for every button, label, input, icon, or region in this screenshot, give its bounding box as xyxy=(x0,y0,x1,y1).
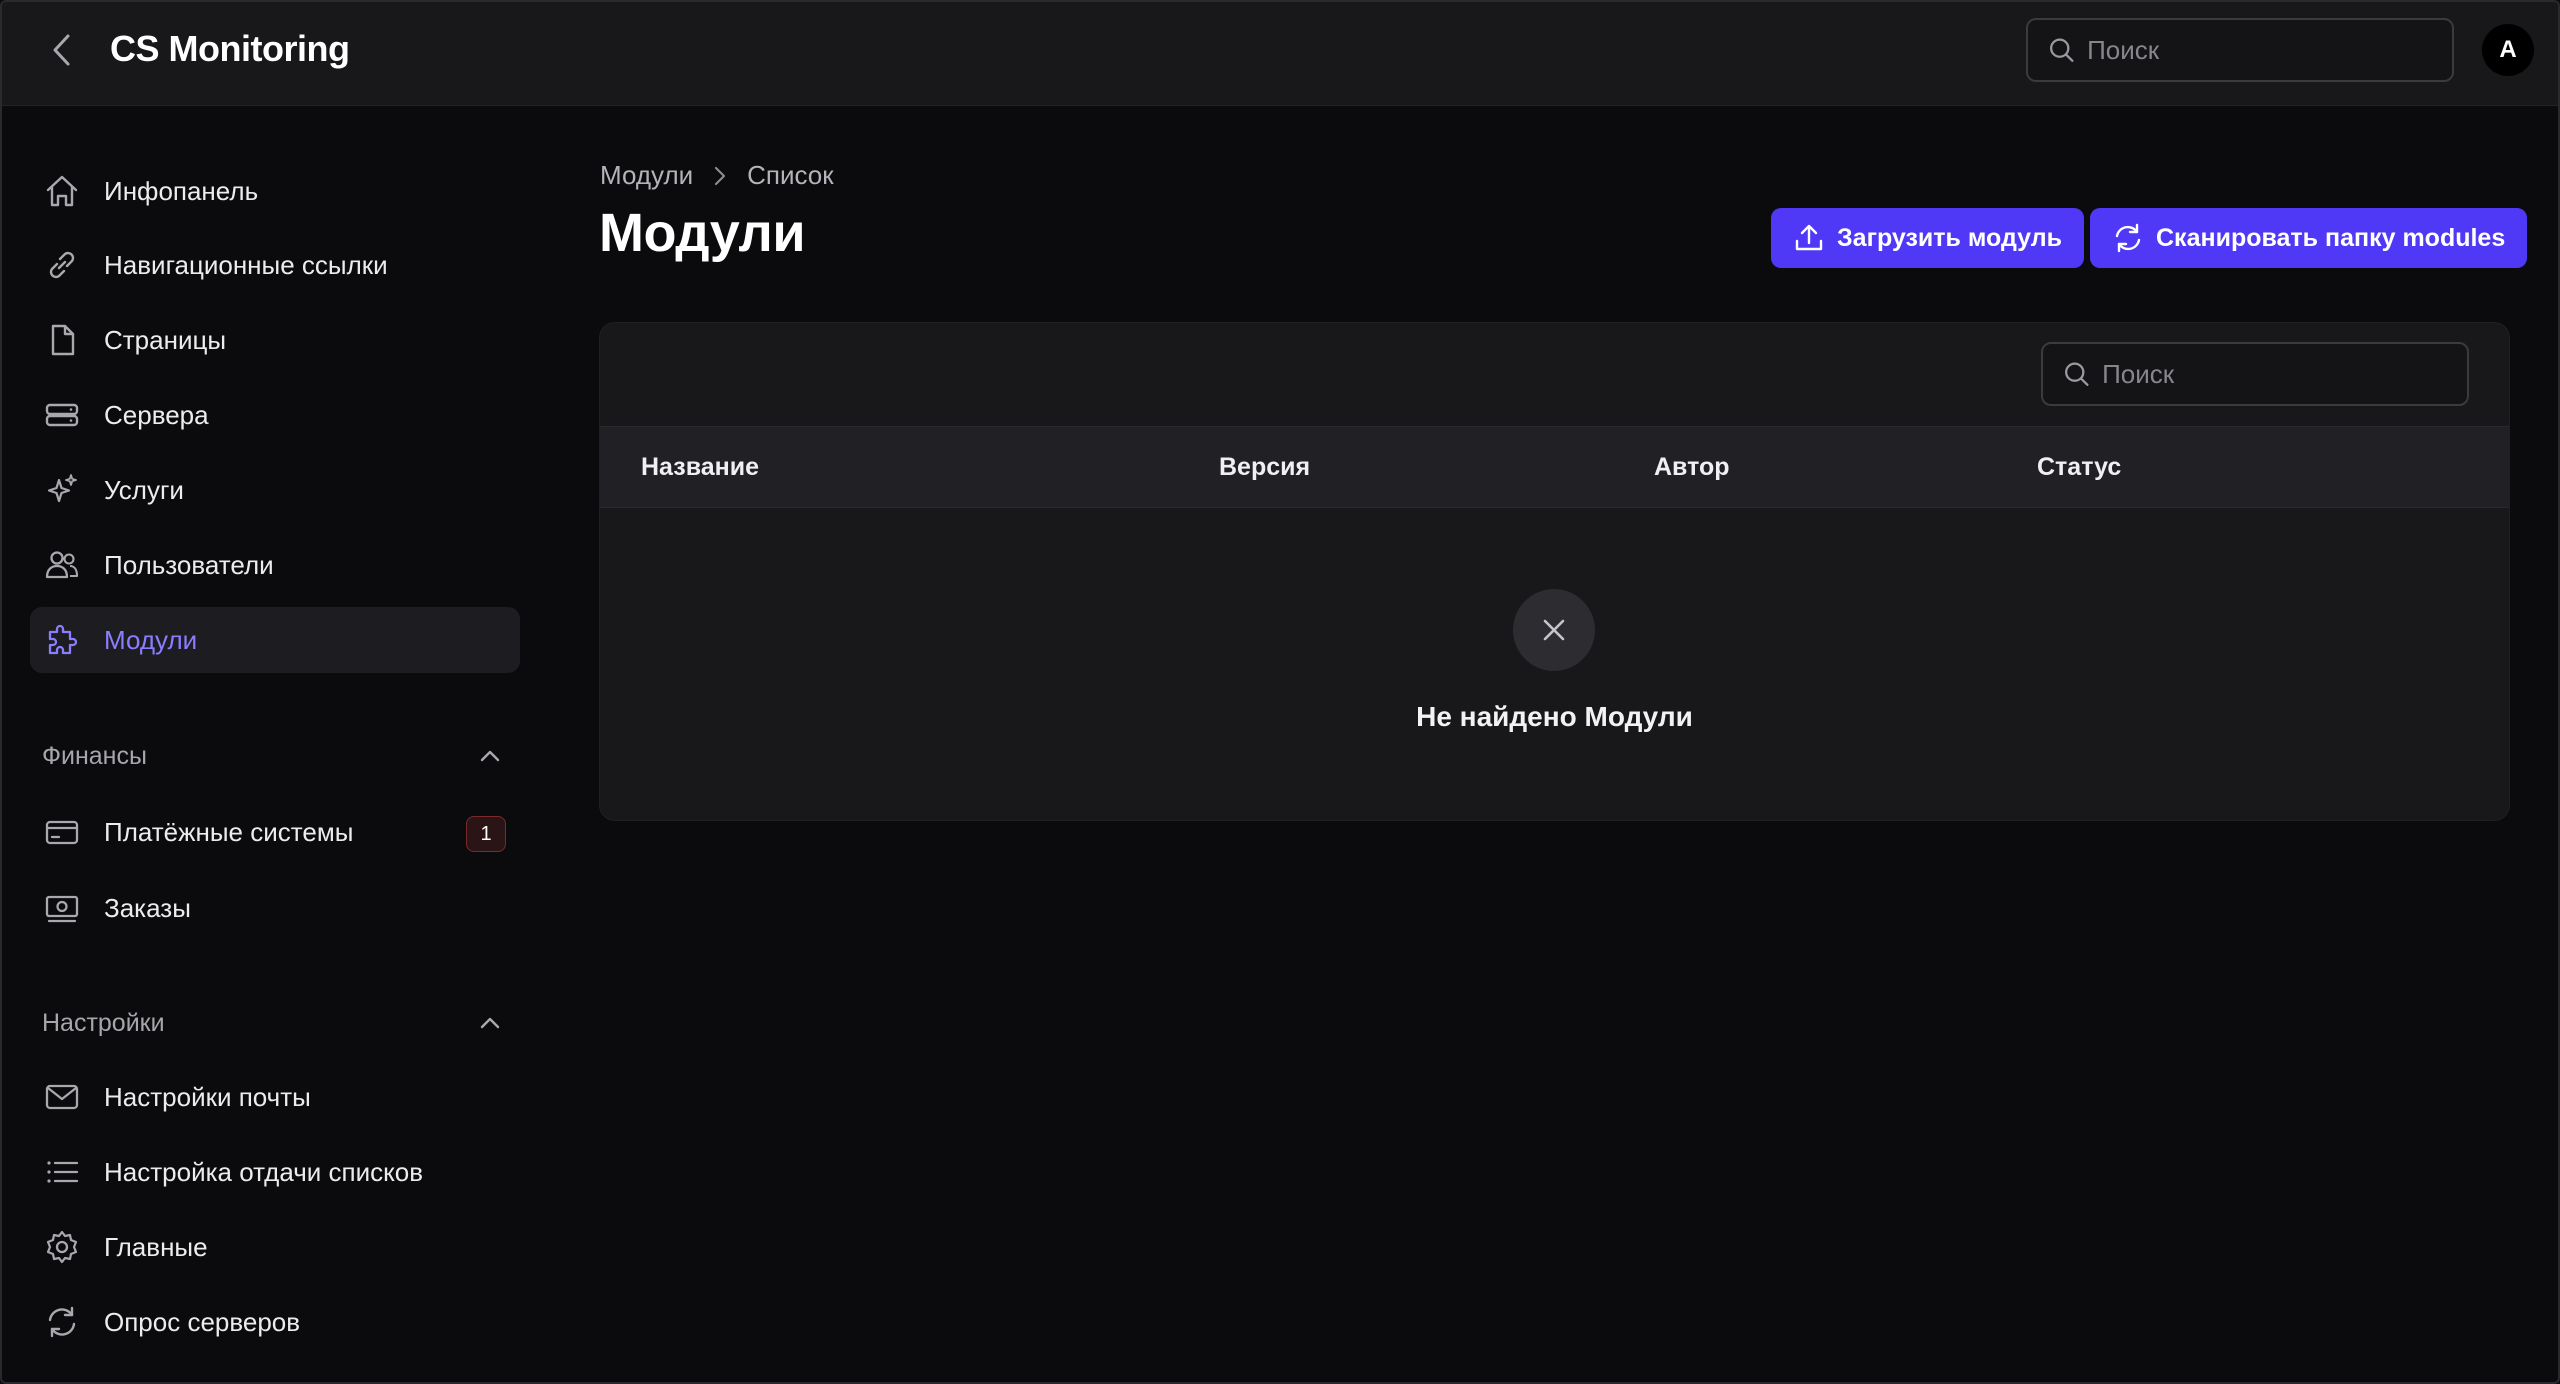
column-header-author[interactable]: Автор xyxy=(1654,453,1730,482)
section-finance-toggle[interactable]: Финансы xyxy=(42,736,502,776)
sidebar-item-server-polling[interactable]: Опрос серверов xyxy=(30,1289,520,1355)
app-window: CS Monitoring A Инфопанель Навигационные… xyxy=(0,0,2560,1384)
sidebar-item-services[interactable]: Услуги xyxy=(30,457,520,523)
sidebar-item-label: Опрос серверов xyxy=(104,1306,301,1337)
avatar[interactable]: A xyxy=(2482,24,2534,76)
sidebar-item-label: Платёжные системы xyxy=(104,816,354,847)
breadcrumb-current: Список xyxy=(747,160,834,190)
page-title: Модули xyxy=(599,203,806,263)
puzzle-icon xyxy=(42,620,82,660)
sidebar-item-label: Услуги xyxy=(104,474,184,505)
sidebar-item-label: Главные xyxy=(104,1231,208,1262)
global-search-input[interactable] xyxy=(2087,34,2452,66)
table-search[interactable] xyxy=(2041,342,2469,406)
gear-icon xyxy=(42,1227,82,1267)
section-settings-toggle[interactable]: Настройки xyxy=(42,1003,502,1043)
sidebar-item-label: Пользователи xyxy=(104,549,274,580)
upload-icon xyxy=(1793,222,1825,254)
sidebar-item-label: Модули xyxy=(104,624,198,655)
global-search[interactable] xyxy=(2026,18,2454,82)
sidebar-item-label: Заказы xyxy=(104,892,191,923)
count-badge: 1 xyxy=(466,816,506,852)
refresh-icon xyxy=(2112,222,2144,254)
list-icon xyxy=(42,1152,82,1192)
table-header: Название Версия Автор Статус xyxy=(600,426,2509,508)
link-icon xyxy=(42,245,82,285)
upload-module-button[interactable]: Загрузить модуль xyxy=(1771,208,2084,268)
document-icon xyxy=(42,320,82,360)
users-icon xyxy=(42,545,82,585)
column-header-name[interactable]: Название xyxy=(641,453,759,482)
sparkles-icon xyxy=(42,470,82,510)
top-bar: CS Monitoring A xyxy=(2,2,2558,106)
scan-modules-label: Сканировать папку modules xyxy=(2156,223,2506,252)
sidebar-item-label: Инфопанель xyxy=(104,175,259,206)
server-icon xyxy=(42,395,82,435)
breadcrumb: Модули Список xyxy=(600,160,834,191)
sidebar-item-pages[interactable]: Страницы xyxy=(30,307,520,373)
sidebar-item-label: Настройки почты xyxy=(104,1081,311,1112)
sidebar-item-mail-settings[interactable]: Настройки почты xyxy=(30,1064,520,1130)
section-title: Финансы xyxy=(42,741,147,770)
banknote-icon xyxy=(42,888,82,928)
sidebar-item-modules[interactable]: Модули xyxy=(30,607,520,673)
sidebar-item-label: Сервера xyxy=(104,399,209,430)
app-title: CS Monitoring xyxy=(110,28,350,69)
table-search-input[interactable] xyxy=(2102,358,2467,390)
refresh-icon xyxy=(42,1302,82,1342)
search-icon xyxy=(2065,362,2089,386)
sidebar-item-label: Настройка отдачи списков xyxy=(104,1156,424,1187)
modules-table-card: Название Версия Автор Статус Не найдено … xyxy=(599,322,2510,821)
sidebar-item-list-output[interactable]: Настройка отдачи списков xyxy=(30,1139,520,1205)
chevron-left-icon xyxy=(53,34,70,66)
search-icon xyxy=(2050,38,2074,62)
home-icon xyxy=(42,171,82,211)
sidebar-item-general[interactable]: Главные xyxy=(30,1214,520,1280)
breadcrumb-link-modules[interactable]: Модули xyxy=(600,160,693,191)
column-header-version[interactable]: Версия xyxy=(1219,453,1310,482)
sidebar: Инфопанель Навигационные ссылки Страницы… xyxy=(2,106,542,1382)
sidebar-item-users[interactable]: Пользователи xyxy=(30,532,520,598)
column-header-status[interactable]: Статус xyxy=(2037,453,2121,482)
back-button[interactable] xyxy=(42,30,82,70)
sidebar-item-nav-links[interactable]: Навигационные ссылки xyxy=(30,232,520,298)
scan-modules-button[interactable]: Сканировать папку modules xyxy=(2090,208,2528,268)
chevron-up-icon xyxy=(480,1017,500,1029)
section-title: Настройки xyxy=(42,1008,165,1037)
credit-card-icon xyxy=(42,812,82,852)
chevron-up-icon xyxy=(480,750,500,762)
sidebar-item-orders[interactable]: Заказы xyxy=(30,875,520,941)
upload-module-label: Загрузить модуль xyxy=(1837,223,2062,252)
empty-state-text: Не найдено Модули xyxy=(1416,701,1693,732)
sidebar-item-dashboard[interactable]: Инфопанель xyxy=(30,158,520,224)
sidebar-item-payment-systems[interactable]: Платёжные системы 1 xyxy=(30,799,520,865)
close-icon xyxy=(1543,619,1565,641)
empty-state-icon xyxy=(1513,589,1595,671)
sidebar-item-label: Навигационные ссылки xyxy=(104,249,388,280)
sidebar-item-label: Страницы xyxy=(104,324,227,355)
mail-icon xyxy=(42,1077,82,1117)
chevron-right-icon xyxy=(713,165,727,187)
sidebar-item-servers[interactable]: Сервера xyxy=(30,382,520,448)
